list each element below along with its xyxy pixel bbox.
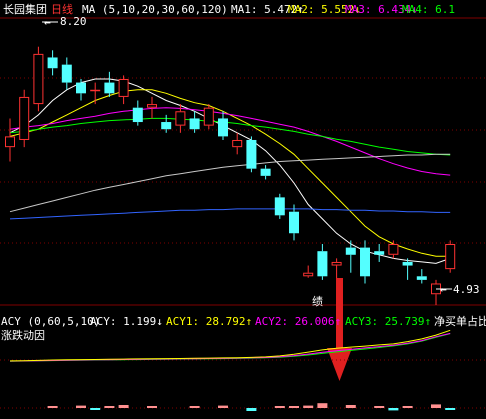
candle-body [445,244,456,270]
acy-value: ACY: 1.199↓ [90,315,163,328]
annotation-label: 绩 [312,295,323,308]
ma-value: MA4: 6.1 [402,3,455,16]
candle-body [388,244,399,255]
candle [33,46,44,112]
candle-body [161,122,172,130]
ma-indicator-label: MA (5,10,20,30,60,120) [82,3,228,16]
acy-indicator-label: ACY (0,60,5,10) [1,315,100,328]
chart-background [0,0,486,419]
acy-value: ACY1: 28.792↑ [166,315,252,328]
candle-body [104,82,115,94]
candle-body [175,111,186,126]
candle-body [374,251,385,255]
candle-body [147,104,157,108]
net-buy-bar [388,408,399,411]
buy-ratio-label: 净买单占比 [434,314,486,328]
candle-body [289,211,299,234]
net-buy-bar [218,405,228,408]
candle-body [331,261,342,266]
candle-body [61,64,72,83]
acy-value: ACY3: 25.739↑ [345,315,431,328]
period-label: 日线 [51,2,73,16]
net-buy-bar [147,406,157,408]
net-buy-bar [90,408,101,410]
net-buy-bar [274,406,285,408]
high-price-label: 8.20 [60,15,87,28]
candle-body [189,118,200,130]
net-buy-bar [76,405,86,408]
net-buy-bar [374,406,385,408]
candle-body [203,107,214,126]
stock-chart: 长园集团 日线 MA (5,10,20,30,60,120) MA1: 5.47… [0,0,486,419]
candle-body [274,197,285,216]
net-buy-bar [118,405,129,408]
ma-values: MA1: 5.472↑MA2: 5.552↓MA3: 6.434↓MA4: 6.… [231,3,455,16]
net-buy-bar [246,408,257,411]
candle-body [118,78,129,97]
candle-body [246,139,257,169]
net-buy-bar [445,408,456,410]
candle-body [317,251,328,277]
net-buy-bar [104,406,115,408]
low-price-label: 4.93 [453,283,480,296]
net-buy-bar [47,406,58,408]
candle-body [360,247,370,277]
high-marker-arrow: ← [44,16,51,29]
stock-name: 长园集团 [3,2,47,16]
net-buy-bar [402,406,413,408]
net-buy-bar [289,406,299,408]
candle-body [303,272,314,277]
candle [274,193,285,219]
candle-body [416,276,427,280]
candle-body [47,57,58,69]
candle-body [232,139,243,148]
net-buy-bar [345,405,356,408]
acy-values: ACY: 1.199↓ ACY1: 28.792↑ ACY2: 26.006↑ ACY… [90,315,431,328]
candle-body [260,168,271,176]
candle-body [19,96,30,140]
candle-body [90,89,101,92]
net-buy-bar [189,406,200,408]
cause-label: 涨跌动因 [1,328,45,342]
candle-body [345,247,356,255]
candle [203,104,214,130]
candle [19,89,30,148]
candle-body [5,136,15,148]
net-buy-bar [431,404,441,408]
net-buy-bar [303,405,314,408]
acy-value: ACY2: 26.006↑ [255,315,341,328]
candle [246,136,257,173]
net-buy-bar [317,403,328,408]
candle-body [132,107,143,123]
candle-body [402,261,413,266]
candle-body [33,53,44,105]
candle-body [218,118,228,137]
candle-body [76,82,86,94]
candle [445,240,456,273]
